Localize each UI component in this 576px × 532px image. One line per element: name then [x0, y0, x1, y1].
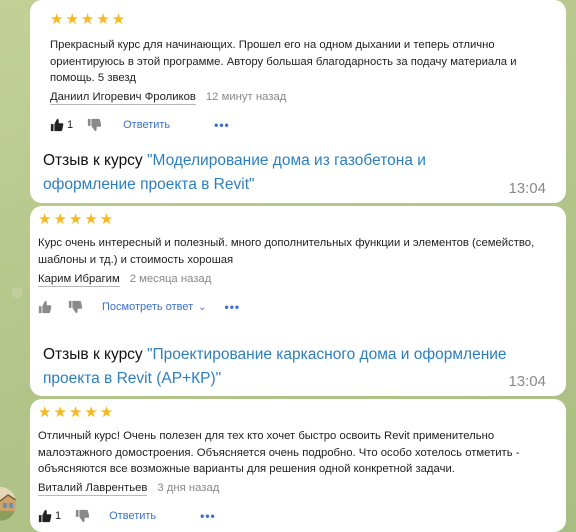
message-time: 13:04 — [508, 373, 546, 390]
sender-avatar[interactable] — [0, 487, 16, 521]
rating-stars: ★★★★★ — [50, 11, 128, 28]
author-name[interactable]: Карим Ибрагим — [38, 273, 120, 287]
review-time-ago: 12 минут назад — [205, 91, 287, 103]
thumbs-down-icon[interactable] — [75, 509, 90, 523]
caption-prefix: Отзыв к курсу — [43, 152, 147, 169]
reply-link[interactable]: Ответить — [123, 119, 170, 131]
rating-stars: ★★★★★ — [38, 404, 116, 421]
message-bubble: ★★★★★ Курс очень интересный и полезный. … — [30, 206, 566, 396]
review-card: ★★★★★ Отличный курс! Очень полезен для т… — [38, 399, 558, 532]
thumbs-down-icon[interactable] — [68, 300, 82, 314]
reply-link[interactable]: Ответить — [109, 510, 156, 522]
review-text: Отличный курс! Очень полезен для тех кто… — [38, 430, 520, 475]
author-name[interactable]: Виталий Лаврентьев — [38, 482, 148, 496]
more-options-icon[interactable]: ••• — [200, 509, 216, 523]
review-card: ★★★★★ Прекрасный курс для начинающих. Пр… — [38, 0, 558, 142]
review-time-ago: 3 дня назад — [157, 482, 220, 494]
view-reply-link[interactable]: Посмотреть ответ — [102, 301, 193, 313]
review-actions: 1 Ответить ••• — [50, 118, 230, 132]
like-count: 1 — [55, 510, 62, 522]
message-bubble: ★★★★★ Отличный курс! Очень полезен для т… — [30, 399, 566, 532]
thumbs-down-icon[interactable] — [87, 118, 102, 132]
review-actions: Посмотреть ответ ⌄ ••• — [38, 300, 240, 314]
more-options-icon[interactable]: ••• — [214, 118, 230, 132]
review-time-ago: 2 месяца назад — [129, 273, 212, 285]
review-card: ★★★★★ Курс очень интересный и полезный. … — [38, 206, 558, 334]
thumbs-up-icon[interactable] — [50, 118, 64, 132]
rating-stars: ★★★★★ — [38, 211, 116, 228]
review-text: Курс очень интересный и полезный. много … — [38, 237, 535, 266]
thumbs-up-icon[interactable] — [38, 509, 52, 523]
message-caption: Отзыв к курсу "Проектирование каркасного… — [43, 343, 558, 391]
message-bubble: ★★★★★ Прекрасный курс для начинающих. Пр… — [30, 0, 566, 203]
thumbs-up-icon[interactable] — [38, 300, 52, 314]
chevron-down-icon[interactable]: ⌄ — [198, 302, 206, 313]
message-time: 13:04 — [508, 180, 546, 197]
author-row: Карим Ибрагим 2 месяца назад — [38, 273, 211, 287]
author-row: Даниил Игоревич Фроликов 12 минут назад — [50, 91, 286, 105]
caption-prefix: Отзыв к курсу — [43, 346, 147, 363]
more-options-icon[interactable]: ••• — [225, 300, 241, 314]
review-text: Прекрасный курс для начинающих. Прошел е… — [50, 39, 517, 84]
author-name[interactable]: Даниил Игоревич Фроликов — [50, 91, 196, 105]
author-row: Виталий Лаврентьев 3 дня назад — [38, 482, 219, 496]
like-count: 1 — [67, 119, 74, 131]
message-caption: Отзыв к курсу "Моделирование дома из газ… — [43, 149, 513, 197]
review-actions: 1 Ответить ••• — [38, 509, 216, 523]
